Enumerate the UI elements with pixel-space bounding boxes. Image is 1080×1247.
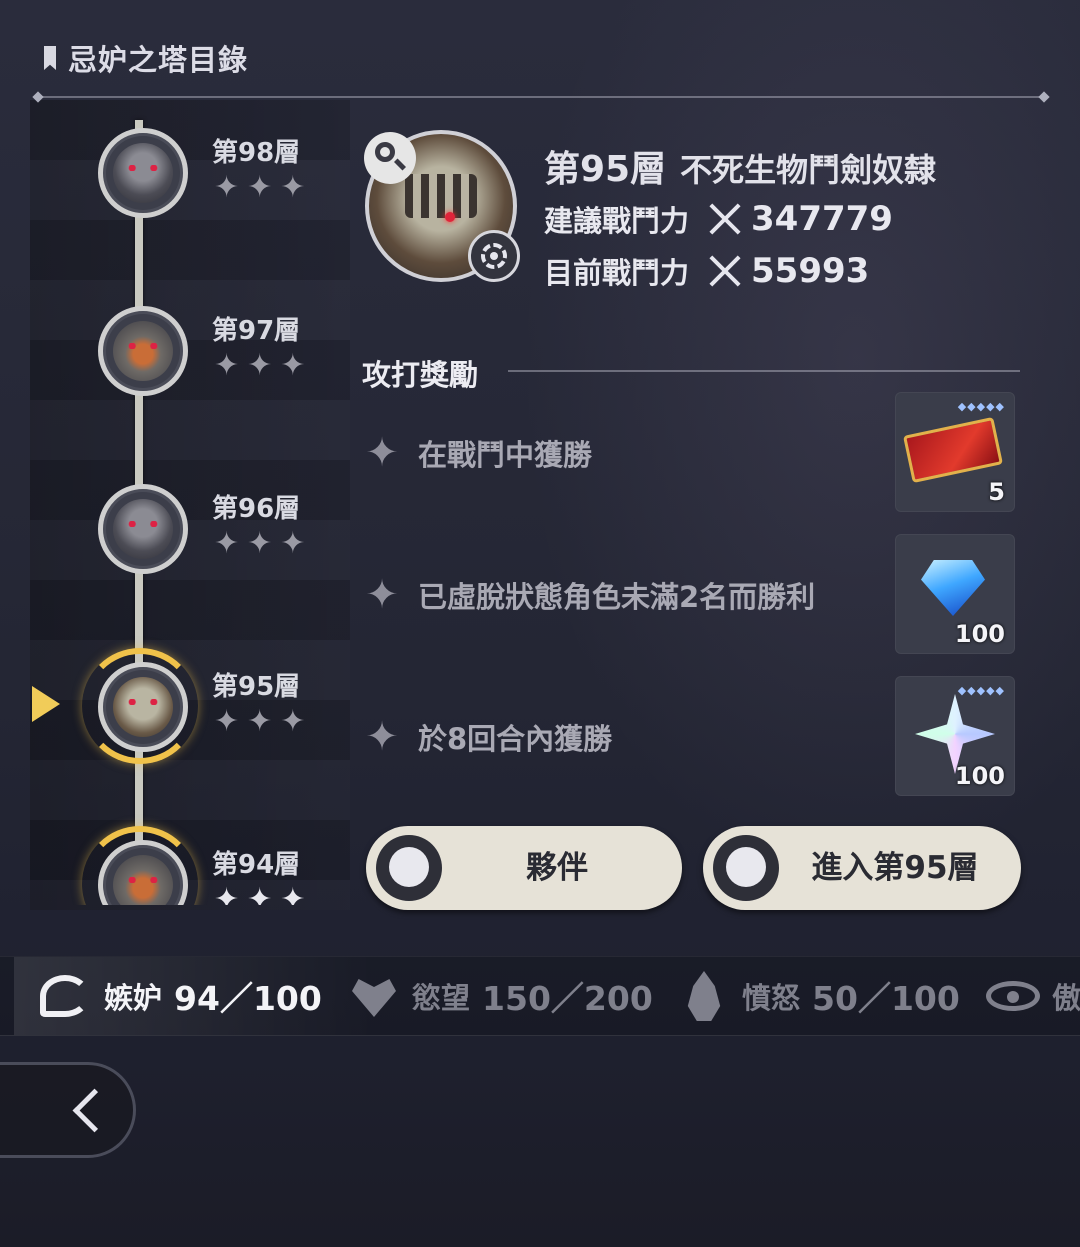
floor-item-95[interactable]: 第95層 ✦✦✦	[30, 634, 350, 804]
snake-icon	[34, 965, 96, 1027]
condition-text: 於8回合內獲勝	[418, 722, 613, 756]
current-power-row: 目前戰鬥力 55993	[544, 250, 869, 292]
current-power-label: 目前戰鬥力	[544, 256, 690, 290]
floor-label: 第97層	[212, 316, 301, 346]
reward-item-2[interactable]: 100	[895, 534, 1015, 654]
floor-stars: ✦✦✦	[214, 882, 314, 905]
tab-lust[interactable]: 慾望 150／200	[342, 957, 653, 1035]
wolf-avatar	[98, 484, 188, 574]
floor-item-94[interactable]: 第94層 ✦✦✦	[30, 812, 350, 905]
reward-condition-3: ✦ 於8回合內獲勝	[362, 714, 612, 760]
reward-condition-2: ✦ 已虛脫狀態角色未滿2名而勝利	[362, 572, 815, 618]
partner-button-label: 夥伴	[526, 850, 588, 886]
tab-envy[interactable]: 嫉妒 94／100	[14, 957, 374, 1035]
partner-icon	[376, 835, 442, 901]
gladiator-avatar	[98, 662, 188, 752]
page-title: 忌妒之塔目錄	[68, 43, 249, 77]
recommended-power-value: 347779	[751, 199, 893, 239]
floor-label: 第96層	[212, 494, 301, 524]
stage-floor: 第95層	[544, 149, 667, 190]
orc-avatar	[98, 306, 188, 396]
demon-icon	[713, 835, 779, 901]
header-divider	[36, 96, 1046, 98]
rewards-heading: 攻打獎勵	[362, 358, 479, 392]
partner-button[interactable]: 夥伴	[366, 826, 682, 910]
reward-count: 100	[954, 762, 1005, 790]
magnify-icon[interactable]	[364, 132, 416, 184]
condition-text: 在戰鬥中獲勝	[418, 438, 593, 472]
rarity-pips: ◆◆◆◆◆	[957, 684, 1005, 697]
stage-name: 不死生物鬥劍奴隸	[680, 151, 937, 189]
floor-stars: ✦✦✦	[214, 170, 314, 205]
flame-icon	[672, 965, 734, 1027]
reward-item-1[interactable]: ◆◆◆◆◆ 5	[895, 392, 1015, 512]
current-power-value: 55993	[751, 251, 870, 291]
floor-label: 第98層	[212, 138, 301, 168]
red-ticket-icon	[903, 416, 1003, 484]
rewards-divider	[508, 370, 1020, 372]
sparkle-icon: ✦	[365, 430, 399, 476]
sin-label: 嫉妒	[104, 981, 163, 1015]
floor-item-98[interactable]: 第98層 ✦✦✦	[30, 100, 350, 270]
page-header: 忌妒之塔目錄	[44, 36, 248, 80]
sin-label: 憤怒	[742, 981, 801, 1015]
floor-label: 第95層	[212, 672, 301, 702]
floor-stars: ✦✦✦	[214, 704, 314, 739]
reward-item-3[interactable]: ◆◆◆◆◆ 100	[895, 676, 1015, 796]
stage-title: 第95層 不死生物鬥劍奴隸	[544, 140, 936, 192]
floor-stars: ✦✦✦	[214, 526, 314, 561]
cycle-icon[interactable]	[468, 230, 520, 282]
sin-progress: 94／100	[174, 979, 322, 1018]
floor-item-96[interactable]: 第96層 ✦✦✦	[30, 456, 350, 626]
sin-progress: 50／100	[812, 979, 960, 1018]
recommended-power-row: 建議戰鬥力 347779	[544, 198, 893, 240]
bookmark-icon	[44, 46, 56, 70]
enter-floor-button[interactable]: 進入第95層	[703, 826, 1021, 910]
rarity-pips: ◆◆◆◆◆	[957, 400, 1005, 413]
floor-stars: ✦✦✦	[214, 348, 314, 383]
sin-progress: 150／200	[482, 979, 653, 1018]
sparkle-icon: ✦	[365, 572, 399, 618]
chevron-left-icon	[72, 1088, 117, 1133]
condition-text: 已虛脫狀態角色未滿2名而勝利	[418, 580, 816, 614]
eye-icon	[982, 965, 1044, 1027]
swords-icon	[705, 251, 745, 291]
reward-count: 5	[988, 478, 1005, 506]
reward-count: 100	[954, 620, 1005, 648]
wolf-avatar	[98, 128, 188, 218]
back-button[interactable]	[0, 1062, 136, 1158]
sin-tabs: 嫉妒 94／100 慾望 150／200 憤怒 50／100 傲	[0, 956, 1080, 1036]
enter-floor-button-label: 進入第95層	[811, 850, 979, 886]
floor-list[interactable]: 第98層 ✦✦✦ 第97層 ✦✦✦ 第96層 ✦✦✦ 第95層 ✦✦✦ 第94層…	[30, 100, 350, 905]
heart-icon	[342, 965, 404, 1027]
floor-label: 第94層	[212, 850, 301, 880]
floor-item-97[interactable]: 第97層 ✦✦✦	[30, 278, 350, 448]
recommended-power-label: 建議戰鬥力	[544, 204, 690, 238]
sin-label: 慾望	[412, 981, 471, 1015]
current-floor-arrow-icon	[32, 686, 60, 722]
sin-label: 傲	[1052, 981, 1080, 1015]
swords-icon	[705, 199, 745, 239]
reward-condition-1: ✦ 在戰鬥中獲勝	[362, 430, 592, 476]
blue-gem-icon	[921, 560, 985, 616]
sparkle-icon: ✦	[365, 714, 399, 760]
tab-wrath[interactable]: 憤怒 50／100	[672, 957, 960, 1035]
tab-pride[interactable]: 傲	[982, 957, 1080, 1035]
